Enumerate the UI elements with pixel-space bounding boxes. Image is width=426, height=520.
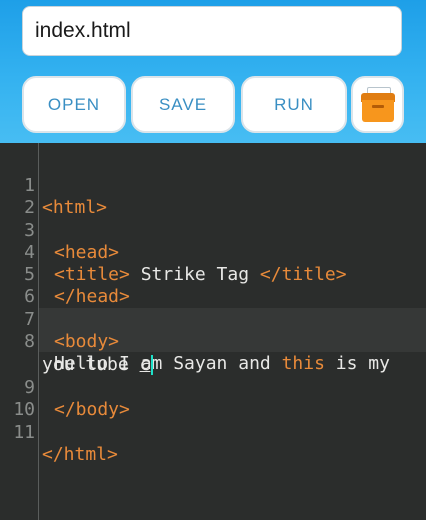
code-line-active: 8 Hello I am Sayan and this is my	[0, 309, 426, 374]
code-line: 3 <head>	[0, 198, 426, 263]
code-line: 10	[0, 377, 426, 420]
filename-input[interactable]	[22, 6, 402, 56]
code-editor[interactable]: 1 <html> 2 3 <head> 4 <title> Strike Tag…	[0, 143, 426, 520]
run-button[interactable]: RUN	[241, 76, 347, 133]
code-line: 11 </html>	[0, 400, 426, 465]
code-line: 6	[0, 264, 426, 307]
file-box-icon	[360, 86, 396, 123]
open-button[interactable]: OPEN	[22, 76, 126, 133]
line-number: 11	[13, 422, 35, 443]
code-line: 2	[0, 175, 426, 218]
top-toolbar: OPEN SAVE RUN	[0, 0, 426, 143]
code-text: </html>	[42, 444, 118, 465]
file-box-button[interactable]	[351, 76, 404, 133]
code-line: 7 <body>	[0, 287, 426, 352]
code-line-wrap: you tube c	[0, 332, 426, 375]
code-line: 4 <title> Strike Tag </title>	[0, 220, 426, 285]
code-line: 5 </head>	[0, 242, 426, 307]
save-button[interactable]: SAVE	[131, 76, 235, 133]
code-line: 1 <html>	[0, 153, 426, 218]
code-line: 9 </body>	[0, 355, 426, 420]
